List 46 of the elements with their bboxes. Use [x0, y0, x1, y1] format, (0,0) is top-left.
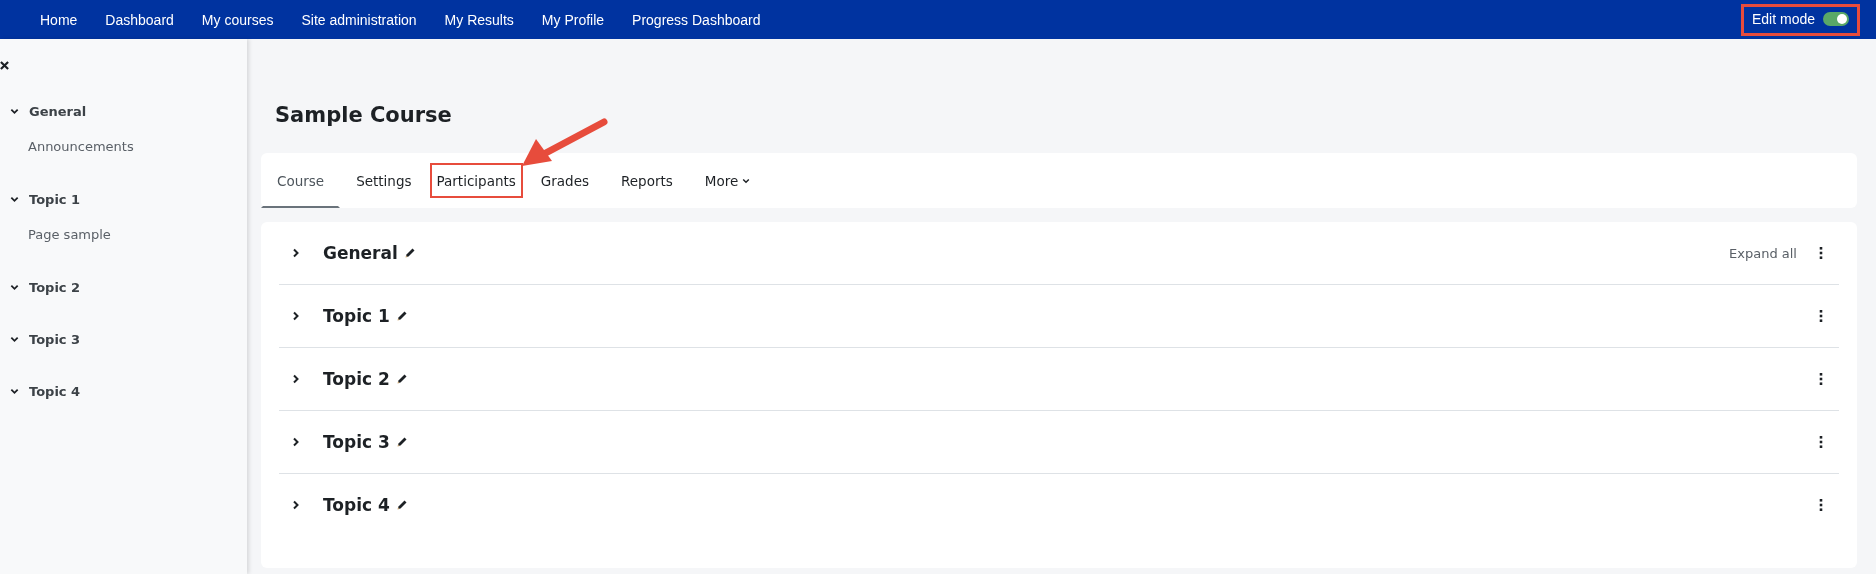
- section-title[interactable]: Topic 3: [323, 432, 390, 452]
- section-title[interactable]: Topic 1: [323, 306, 390, 326]
- activity-link[interactable]: Announcements: [28, 136, 134, 158]
- section-link[interactable]: Topic 2: [29, 279, 81, 295]
- section-title[interactable]: Topic 4: [323, 495, 390, 515]
- more-icon[interactable]: [1819, 436, 1823, 448]
- course-title: Sample Course: [275, 102, 453, 129]
- pencil-icon[interactable]: [403, 247, 416, 259]
- section-link[interactable]: General: [29, 103, 87, 119]
- more-icon[interactable]: [1819, 499, 1823, 511]
- pencil-icon[interactable]: [395, 373, 408, 385]
- nav-link[interactable]: My Results: [444, 11, 514, 28]
- chevron-icon[interactable]: [291, 374, 301, 384]
- tab[interactable]: Settings: [340, 153, 428, 208]
- caret-icon: [742, 176, 751, 185]
- chevron-icon[interactable]: [291, 437, 301, 447]
- section-link[interactable]: Topic 3: [29, 331, 81, 347]
- tab[interactable]: Grades: [524, 153, 606, 208]
- expand-all-link[interactable]: Expand all: [1729, 245, 1797, 261]
- pencil-icon[interactable]: [395, 436, 408, 448]
- more-icon[interactable]: [1819, 247, 1823, 259]
- tab[interactable]: More: [688, 153, 767, 208]
- edit-mode-label: Edit mode: [1751, 10, 1815, 27]
- chevron-icon[interactable]: [291, 248, 301, 258]
- edit-mode-toggle[interactable]: [1823, 11, 1849, 26]
- nav-link[interactable]: Site administration: [301, 11, 417, 28]
- tab[interactable]: Course: [261, 153, 341, 208]
- pencil-icon[interactable]: [395, 499, 408, 511]
- nav-link[interactable]: My courses: [201, 11, 274, 28]
- more-icon[interactable]: [1819, 373, 1823, 385]
- activity-link[interactable]: Page sample: [28, 224, 111, 246]
- nav-link[interactable]: Dashboard: [105, 11, 174, 28]
- tab[interactable]: Participants: [429, 163, 523, 198]
- more-icon[interactable]: [1819, 310, 1823, 322]
- nav-link[interactable]: My Profile: [541, 11, 605, 28]
- nav-link[interactable]: Home: [40, 11, 78, 28]
- section-link[interactable]: Topic 1: [29, 191, 81, 207]
- pencil-icon[interactable]: [395, 310, 408, 322]
- tab[interactable]: Reports: [605, 153, 689, 208]
- chevron-icon[interactable]: [291, 500, 301, 510]
- close-icon[interactable]: [0, 61, 9, 70]
- section-link[interactable]: Topic 4: [29, 383, 81, 399]
- nav-link[interactable]: Progress Dashboard: [632, 11, 761, 28]
- section-title[interactable]: Topic 2: [323, 369, 390, 389]
- chevron-icon[interactable]: [291, 311, 301, 321]
- section-title[interactable]: General: [323, 243, 398, 263]
